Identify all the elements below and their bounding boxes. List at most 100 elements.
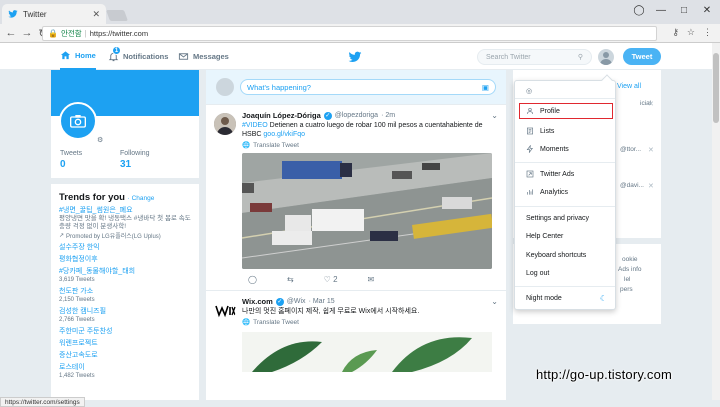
tweet-handle[interactable]: @Wix <box>287 298 306 305</box>
new-tab-button[interactable] <box>105 10 129 21</box>
trend-item[interactable]: 워렌프로젝트 <box>59 339 191 348</box>
close-window-icon[interactable]: ✕ <box>698 3 716 17</box>
dismiss-icon[interactable]: ✕ <box>648 182 654 190</box>
trend-item[interactable]: #냉면_꿀팁_썸원은_폐요 평양냉면 맛을 확! 냉동택스 #냉바닥 첫 봄로 … <box>59 206 191 240</box>
trend-item[interactable]: #당카페_동물해야할_태희 3,619 Tweets <box>59 267 191 284</box>
menu-item-profile[interactable]: Profile <box>519 103 613 119</box>
dismiss-icon[interactable]: ✕ <box>648 146 654 154</box>
menu-item-analytics[interactable]: Analytics <box>515 184 615 200</box>
profile-card: ⚙ Tweets 0 Following 31 <box>51 70 199 178</box>
address-bar[interactable]: 🔒 안전함 | https://twitter.com <box>42 26 657 41</box>
compose-input[interactable]: What's happening? ▣ <box>240 79 496 95</box>
menu-item-settings[interactable]: Settings and privacy <box>515 210 615 226</box>
search-input[interactable]: Search Twitter ⚲ <box>477 49 592 65</box>
tweet-time[interactable]: · 2m <box>381 112 395 119</box>
person-icon <box>527 108 533 115</box>
trend-name: #당카페_동물해야할_태희 <box>59 268 136 275</box>
dm-icon[interactable]: ✉ <box>368 275 375 284</box>
tweet-menu-icon[interactable]: ⌄ <box>491 111 498 120</box>
image-upload-icon[interactable]: ▣ <box>482 83 489 92</box>
tweet-author[interactable]: Wix.com <box>242 297 273 306</box>
menu-item-twitter-ads[interactable]: Twitter Ads <box>515 166 615 182</box>
profile-avatar[interactable] <box>59 102 97 140</box>
twitter-logo-icon[interactable] <box>348 50 362 64</box>
menu-item-night-mode[interactable]: Night mode ☾ <box>515 290 615 306</box>
trend-name: #냉면_꿀팁_썸원은_폐요 <box>59 207 133 214</box>
hashtag-link[interactable]: #VIDEO <box>242 122 268 129</box>
ads-icon <box>526 170 534 178</box>
tweet-avatar[interactable] <box>214 113 236 135</box>
menu-item-keyboard-shortcuts[interactable]: Keyboard shortcuts <box>515 247 615 263</box>
tweet[interactable]: ⌄ Joaquín López-Dóriga ✓ @lopezdoriga · … <box>206 104 506 290</box>
menu-item-label: Settings and privacy <box>526 214 590 222</box>
back-icon[interactable]: ← <box>3 25 19 41</box>
reply-icon[interactable]: ◯ <box>248 275 257 284</box>
right-snippet[interactable]: Ads info <box>618 266 642 273</box>
trend-item[interactable]: 검성한 캠니즈필 2,766 Tweets <box>59 307 191 324</box>
tweet-menu-icon[interactable]: ⌄ <box>491 297 498 306</box>
translate-tweet[interactable]: 🌐 Translate Tweet <box>242 318 496 327</box>
tweet-avatar[interactable] <box>214 299 236 321</box>
menu-dots-icon[interactable]: ⋮ <box>703 27 712 38</box>
retweet-icon[interactable]: ⇆ <box>287 275 294 284</box>
view-all-link[interactable]: View all <box>617 83 641 90</box>
nav-notifications[interactable]: 1 Notifications <box>108 43 168 70</box>
page-scrollbar[interactable] <box>712 43 720 400</box>
trend-item[interactable]: 평화협정이후 <box>59 255 191 264</box>
trend-name: 워렌프로젝트 <box>59 340 98 347</box>
translate-tweet[interactable]: 🌐 Translate Tweet <box>242 141 496 150</box>
menu-item-label: Lists <box>540 127 555 135</box>
gear-icon[interactable]: ⚙ <box>97 136 103 144</box>
tweet[interactable]: ⌄ Wix.com ✓ @Wix · Mar 15 나만의 멋진 홈페이지 제작… <box>206 290 506 378</box>
watermark-text: http://go-up.tistory.com <box>536 367 673 382</box>
tweet-time[interactable]: · Mar 15 <box>309 298 335 305</box>
profile-icon[interactable]: ◯ <box>630 3 648 17</box>
trend-item[interactable]: 증산고속도로 <box>59 351 191 360</box>
scrollbar-thumb[interactable] <box>713 53 719 123</box>
nav-home-label: Home <box>75 51 96 60</box>
status-bar: https://twitter.com/settings <box>0 397 85 407</box>
tweet-text: 나만의 멋진 홈페이지 제작, 쉽게 무료로 Wix에서 시작하세요. <box>242 308 420 315</box>
dismiss-icon[interactable]: ✕ <box>648 100 654 108</box>
translate-label: Translate Tweet <box>253 318 299 326</box>
like-button[interactable]: ♡ 2 <box>324 275 338 284</box>
star-icon[interactable]: ☆ <box>687 27 695 38</box>
tweet-image[interactable] <box>242 332 492 372</box>
tweet-author[interactable]: Joaquín López-Dóriga <box>242 111 321 120</box>
like-count: 2 <box>333 275 338 284</box>
browser-tab[interactable]: Twitter ✕ <box>2 4 106 24</box>
home-icon <box>60 51 71 60</box>
menu-item-help[interactable]: Help Center <box>515 228 615 244</box>
trend-item[interactable]: 로스테이 1,482 Tweets <box>59 363 191 380</box>
trend-item[interactable]: 천도판 가소 2,150 Tweets <box>59 287 191 304</box>
search-icon[interactable]: ⚲ <box>578 53 583 61</box>
tab-close-icon[interactable]: ✕ <box>92 9 100 20</box>
nav-home[interactable]: Home <box>60 43 96 70</box>
trend-item[interactable]: 주한미군 주둔찬성 <box>59 327 191 336</box>
tweet-button[interactable]: Tweet <box>623 48 661 65</box>
nav-messages[interactable]: Messages <box>178 43 229 70</box>
tweet-video[interactable] <box>242 153 492 269</box>
menu-item-label: Log out <box>526 269 550 277</box>
menu-item-label: Analytics <box>540 188 569 196</box>
trends-change-link[interactable]: · Change <box>128 195 155 202</box>
menu-item-logout[interactable]: Log out <box>515 265 615 281</box>
tweet-link[interactable]: goo.gl/vkiFqo <box>263 131 305 138</box>
key-icon[interactable]: ⚷ <box>672 27 679 38</box>
heart-icon: ♡ <box>323 275 331 284</box>
avatar-menu-button[interactable] <box>598 49 614 65</box>
following-stat[interactable]: Following 31 <box>120 150 150 170</box>
menu-item-lists[interactable]: Lists <box>515 123 615 139</box>
right-snippet: pers <box>620 286 633 293</box>
menu-item-moments[interactable]: Moments <box>515 141 615 157</box>
tweet-handle[interactable]: @lopezdoriga <box>335 112 378 119</box>
trend-item[interactable]: 설수주장 한익 <box>59 243 191 252</box>
minimize-icon[interactable]: — <box>652 3 670 17</box>
maximize-icon[interactable]: □ <box>675 3 693 17</box>
nav-notifications-label: Notifications <box>123 52 169 61</box>
trend-name: 검성한 캠니즈필 <box>59 308 107 315</box>
forward-icon[interactable]: → <box>19 25 35 41</box>
promoted-icon: ↗ <box>59 233 65 239</box>
trend-name: 설수주장 한익 <box>59 244 100 251</box>
tweets-stat[interactable]: Tweets 0 <box>60 150 82 170</box>
